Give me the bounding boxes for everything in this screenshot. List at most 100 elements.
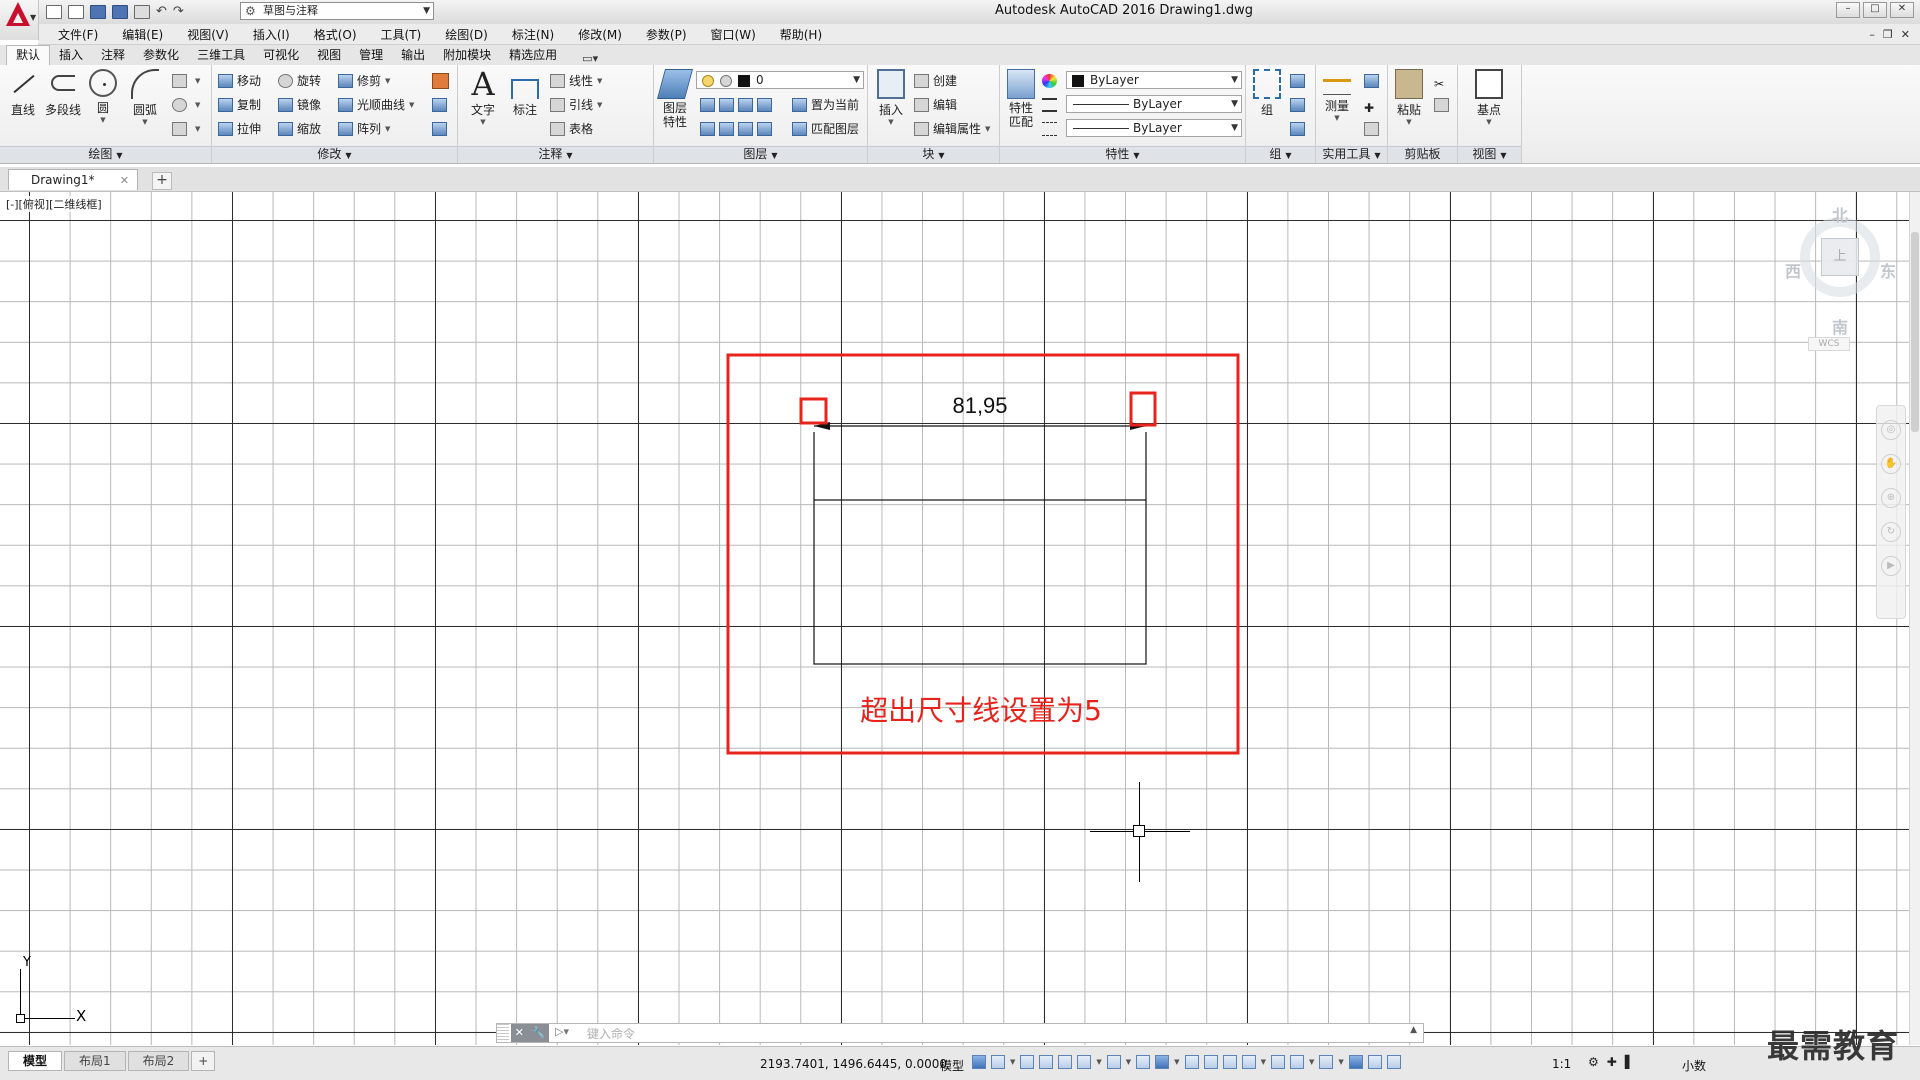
cut-button[interactable]: ✂ [1434, 71, 1453, 91]
open-file-icon[interactable] [68, 5, 84, 19]
erase-button[interactable] [432, 71, 453, 91]
trim-button[interactable]: 修剪 ▼ [338, 71, 390, 91]
wrench-icon[interactable]: 🔧 [532, 1024, 546, 1042]
close-icon[interactable]: ✕ [120, 170, 129, 191]
panel-view-title[interactable]: 视图 ▼ [1458, 146, 1521, 163]
line-button[interactable]: 直线 [4, 69, 42, 118]
viewcube-top-face[interactable]: 上 [1821, 238, 1859, 276]
move-button[interactable]: 移动 [218, 71, 261, 91]
edit-block-button[interactable]: 编辑 [914, 95, 957, 115]
menu-insert[interactable]: 插入(I) [241, 26, 302, 43]
layer-thaw-icon[interactable] [738, 122, 753, 136]
grid-icon[interactable] [972, 1055, 986, 1069]
panel-modify-title[interactable]: 修改 ▼ [212, 146, 457, 163]
layer-freeze-icon[interactable] [738, 98, 753, 112]
calculator-button[interactable] [1364, 119, 1383, 139]
color-dropdown[interactable]: ByLayer ▼ [1066, 71, 1242, 89]
add-layout-button[interactable]: + [191, 1051, 216, 1071]
tab-layout1[interactable]: 布局1 [64, 1051, 126, 1071]
zoom-icon[interactable]: ⊕ [1881, 488, 1901, 508]
menu-parametric[interactable]: 参数(P) [634, 26, 699, 43]
polar-tracking-icon[interactable] [1077, 1055, 1092, 1069]
match-layer-button[interactable]: 匹配图层 [792, 119, 859, 139]
menu-view[interactable]: 视图(V) [175, 26, 241, 43]
arc-button[interactable]: 圆弧 ▼ [126, 69, 164, 126]
annotation-scale-dropdown[interactable]: 1:1 [1552, 1057, 1571, 1071]
doc-minimize-button[interactable]: – [1869, 28, 1875, 41]
tab-default[interactable]: 默认 [6, 45, 51, 65]
tab-visualize[interactable]: 可视化 [254, 46, 308, 65]
compass-west[interactable]: 西 [1785, 258, 1801, 282]
tab-insert[interactable]: 插入 [50, 46, 92, 65]
id-point-button[interactable]: ✚ [1364, 95, 1383, 115]
transparency-icon[interactable] [1203, 1055, 1218, 1069]
workspace-dropdown[interactable]: ⚙ 草图与注释 ▼ [240, 2, 434, 20]
object-snap-icon[interactable] [1155, 1055, 1170, 1069]
dynamic-ucs-icon[interactable] [1270, 1055, 1285, 1069]
layer-isolate-icon[interactable] [719, 98, 734, 112]
object-snap-tracking-icon[interactable] [1136, 1055, 1151, 1069]
panel-layers-title[interactable]: 图层 ▼ [654, 146, 867, 163]
leader-button[interactable]: 引线 ▼ [550, 95, 602, 115]
wcs-menu[interactable]: WCS [1808, 337, 1850, 351]
tab-3d-tools[interactable]: 三维工具 [188, 46, 254, 65]
tab-addins[interactable]: 附加模块 [434, 46, 500, 65]
workspace-switch-icon[interactable]: ⚙ [1588, 1055, 1599, 1069]
print-icon[interactable] [134, 5, 150, 19]
menu-draw[interactable]: 绘图(D) [433, 26, 500, 43]
drawing-canvas[interactable]: [-][俯视][二维线框] 81,95 超出尺寸线设置为5 上 北 南 西 东 … [0, 192, 1910, 1045]
undo-icon[interactable]: ↶ [156, 5, 167, 19]
panel-annotation-title[interactable]: 注释 ▼ [458, 146, 653, 163]
create-block-button[interactable]: 创建 [914, 71, 957, 91]
layer-off-icon[interactable] [700, 98, 715, 112]
infer-constraints-icon[interactable] [1020, 1055, 1035, 1069]
menu-window[interactable]: 窗口(W) [699, 26, 768, 43]
base-view-button[interactable]: 基点 ▼ [1470, 69, 1508, 126]
panel-block-title[interactable]: 块 ▼ [868, 146, 999, 163]
snap-icon[interactable] [991, 1055, 1005, 1069]
menu-edit[interactable]: 编辑(E) [110, 26, 175, 43]
compass-east[interactable]: 东 [1880, 258, 1896, 282]
new-tab-button[interactable]: + [152, 172, 172, 190]
rotate-button[interactable]: 旋转 [278, 71, 321, 91]
pan-icon[interactable]: ✋ [1881, 454, 1901, 474]
match-properties-button[interactable]: 特性 匹配 [1002, 69, 1040, 129]
save-as-icon[interactable] [112, 5, 128, 19]
menu-tools[interactable]: 工具(T) [369, 26, 434, 43]
set-current-layer-button[interactable]: 置为当前 [792, 95, 859, 115]
auto-scale-icon[interactable] [1367, 1055, 1382, 1069]
panel-clipboard-title[interactable]: 剪贴板 [1388, 146, 1457, 163]
lineweight-icon-button[interactable] [1042, 119, 1061, 139]
selection-cycling-icon[interactable] [1222, 1055, 1237, 1069]
new-file-icon[interactable] [46, 5, 62, 19]
tab-parametric[interactable]: 参数化 [134, 46, 188, 65]
vertical-scrollbar[interactable] [1909, 192, 1920, 1045]
lineweight-toggle-icon[interactable] [1184, 1055, 1199, 1069]
offset-button[interactable] [432, 119, 451, 139]
redo-icon[interactable]: ↷ [173, 5, 184, 19]
application-menu-button[interactable]: ▼ [0, 0, 39, 40]
explode-button[interactable] [432, 95, 451, 115]
table-button[interactable]: 表格 [550, 119, 593, 139]
chevron-up-icon[interactable]: ▲ [1410, 1025, 1417, 1035]
model-space-button[interactable]: 模型 [940, 1057, 964, 1074]
isometric-icon[interactable] [1106, 1055, 1121, 1069]
menu-format[interactable]: 格式(O) [302, 26, 369, 43]
ungroup-button[interactable] [1290, 71, 1309, 91]
menu-help[interactable]: 帮助(H) [768, 26, 834, 43]
annotation-scale-icon[interactable] [1386, 1055, 1401, 1069]
tab-layout2[interactable]: 布局2 [127, 1051, 190, 1071]
lineweight-dropdown[interactable]: ByLayer ▼ [1066, 119, 1242, 137]
steering-wheel-icon[interactable]: ◎ [1881, 420, 1901, 440]
copy-clip-button[interactable] [1434, 95, 1453, 115]
showmotion-icon[interactable]: ▶ [1881, 556, 1901, 576]
command-prompt-icon[interactable]: ▷▾ [555, 1025, 569, 1038]
dimension-button[interactable]: 标注 [506, 69, 544, 118]
stretch-button[interactable]: 拉伸 [218, 119, 261, 139]
tab-annotate[interactable]: 注释 [92, 46, 134, 65]
panel-draw-title[interactable]: 绘图 ▼ [0, 146, 211, 163]
annotation-visibility-icon[interactable] [1348, 1055, 1363, 1069]
edit-attribute-button[interactable]: 编辑属性 ▼ [914, 119, 990, 139]
menu-file[interactable]: 文件(F) [46, 26, 110, 43]
polyline-button[interactable]: 多段线 [44, 69, 82, 118]
